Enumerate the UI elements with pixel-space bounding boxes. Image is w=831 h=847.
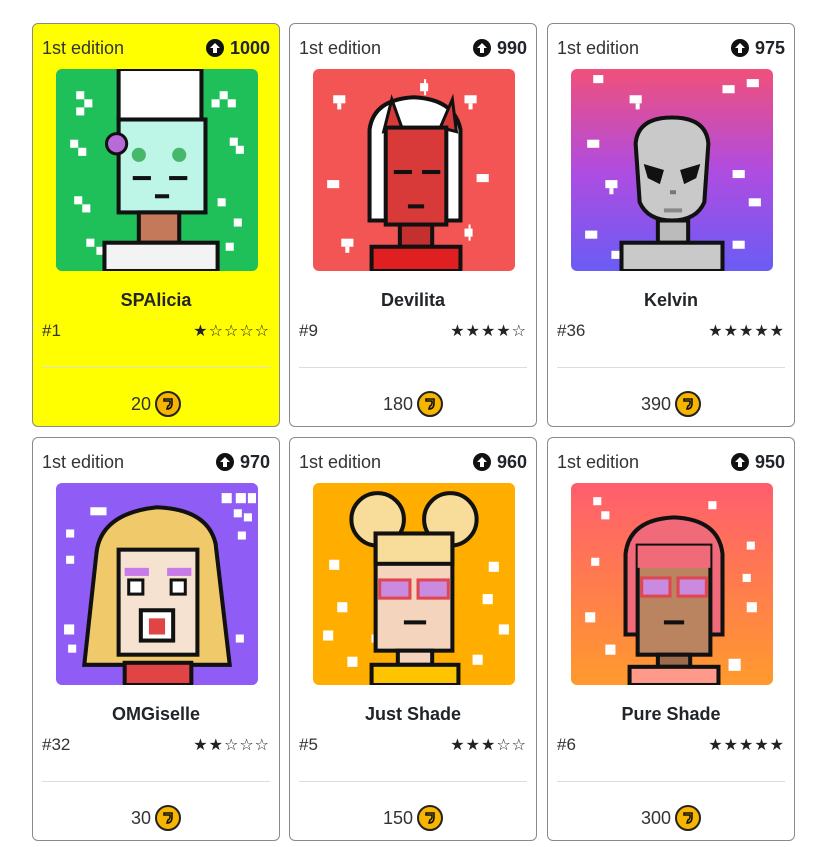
rank-label: #5 (299, 735, 318, 754)
vote-count[interactable]: 950 (730, 451, 785, 473)
price-value: 300 (640, 807, 672, 828)
pixel-portrait-omg (56, 483, 258, 685)
vote-number: 960 (496, 451, 527, 472)
nft-card-pure-shade[interactable]: 1st edition 950 Pure Shade #6 ★★★★★ 300 (547, 437, 795, 841)
nft-card-kelvin[interactable]: 1st edition 975 Kelvin #36 ★★★★★ 390 (547, 23, 795, 427)
divider (557, 781, 785, 782)
avatar-image[interactable] (56, 483, 258, 685)
vote-number: 950 (754, 451, 785, 472)
coin-icon (675, 805, 702, 831)
card-meta: #1 ★☆☆☆☆ (42, 320, 270, 342)
star-rating: ★★★★★ (708, 323, 785, 340)
price: 150 (290, 804, 536, 832)
star-rating: ★★★★☆ (450, 323, 527, 340)
upvote-circle-icon[interactable] (730, 39, 749, 57)
card-meta: #9 ★★★★☆ (299, 320, 527, 342)
coin-icon (417, 391, 444, 417)
nft-name: Kelvin (643, 290, 699, 310)
pixel-portrait-devil (313, 69, 515, 271)
upvote-circle-icon[interactable] (730, 453, 749, 471)
avatar-image[interactable] (571, 483, 773, 685)
vote-count[interactable]: 975 (730, 37, 785, 59)
rank-label: #32 (42, 735, 71, 754)
price-value: 20 (130, 393, 152, 414)
vote-count[interactable]: 960 (472, 451, 527, 473)
divider (557, 367, 785, 368)
vote-number: 970 (239, 451, 270, 472)
vote-count[interactable]: 990 (472, 37, 527, 59)
pixel-portrait-spa (56, 69, 258, 271)
nft-name: SPAlicia (120, 290, 192, 310)
rank-label: #1 (42, 321, 61, 340)
vote-count[interactable]: 1000 (205, 37, 270, 59)
pixel-portrait-shade (313, 483, 515, 685)
divider (299, 781, 527, 782)
rank-label: #6 (557, 735, 576, 754)
nft-name: Devilita (380, 290, 446, 310)
nft-name: OMGiselle (111, 704, 201, 724)
upvote-circle-icon[interactable] (215, 453, 234, 471)
divider (299, 367, 527, 368)
star-rating: ★★★☆☆ (450, 737, 527, 754)
edition-label: 1st edition (299, 451, 382, 472)
rank-label: #9 (299, 321, 318, 340)
avatar-image[interactable] (56, 69, 258, 271)
card-header: 1st edition 970 (42, 450, 270, 474)
card-header: 1st edition 1000 (42, 36, 270, 60)
edition-label: 1st edition (299, 37, 382, 58)
card-header: 1st edition 990 (299, 36, 527, 60)
card-header: 1st edition 975 (557, 36, 785, 60)
card-grid: 1st edition 1000 SPAlicia #1 ★☆☆☆☆ 20 1s… (0, 0, 831, 847)
price-value: 180 (382, 393, 414, 414)
nft-card-spalicia[interactable]: 1st edition 1000 SPAlicia #1 ★☆☆☆☆ 20 (32, 23, 280, 427)
price: 180 (290, 390, 536, 418)
edition-label: 1st edition (557, 451, 640, 472)
upvote-circle-icon[interactable] (472, 39, 491, 57)
card-meta: #5 ★★★☆☆ (299, 734, 527, 756)
edition-label: 1st edition (42, 37, 125, 58)
card-header: 1st edition 950 (557, 450, 785, 474)
price: 300 (548, 804, 794, 832)
nft-name: Pure Shade (621, 704, 721, 724)
divider (42, 781, 270, 782)
vote-number: 1000 (229, 37, 270, 58)
vote-number: 975 (754, 37, 785, 58)
vote-count[interactable]: 970 (215, 451, 270, 473)
star-rating: ★★☆☆☆ (193, 737, 270, 754)
price: 20 (33, 390, 279, 418)
vote-number: 990 (496, 37, 527, 58)
nft-card-omgiselle[interactable]: 1st edition 970 OMGiselle #32 ★★☆☆☆ 30 (32, 437, 280, 841)
edition-label: 1st edition (42, 451, 125, 472)
avatar-image[interactable] (313, 69, 515, 271)
price-value: 30 (130, 807, 152, 828)
price: 390 (548, 390, 794, 418)
upvote-circle-icon[interactable] (205, 39, 224, 57)
coin-icon (675, 391, 702, 417)
edition-label: 1st edition (557, 37, 640, 58)
coin-icon (155, 805, 182, 831)
price-value: 150 (382, 807, 414, 828)
coin-icon (417, 805, 444, 831)
star-rating: ★★★★★ (708, 737, 785, 754)
card-header: 1st edition 960 (299, 450, 527, 474)
price: 30 (33, 804, 279, 832)
pixel-portrait-alien (571, 69, 773, 271)
divider (42, 367, 270, 368)
coin-icon (155, 391, 182, 417)
card-meta: #6 ★★★★★ (557, 734, 785, 756)
nft-card-just-shade[interactable]: 1st edition 960 Just Shade #5 ★★★☆☆ 150 (289, 437, 537, 841)
card-meta: #32 ★★☆☆☆ (42, 734, 270, 756)
card-meta: #36 ★★★★★ (557, 320, 785, 342)
avatar-image[interactable] (313, 483, 515, 685)
nft-card-devilita[interactable]: 1st edition 990 Devilita #9 ★★★★☆ 180 (289, 23, 537, 427)
rank-label: #36 (557, 321, 586, 340)
avatar-image[interactable] (571, 69, 773, 271)
star-rating: ★☆☆☆☆ (193, 323, 270, 340)
nft-name: Just Shade (364, 704, 462, 724)
price-value: 390 (640, 393, 672, 414)
upvote-circle-icon[interactable] (472, 453, 491, 471)
pixel-portrait-pure-shade (571, 483, 773, 685)
